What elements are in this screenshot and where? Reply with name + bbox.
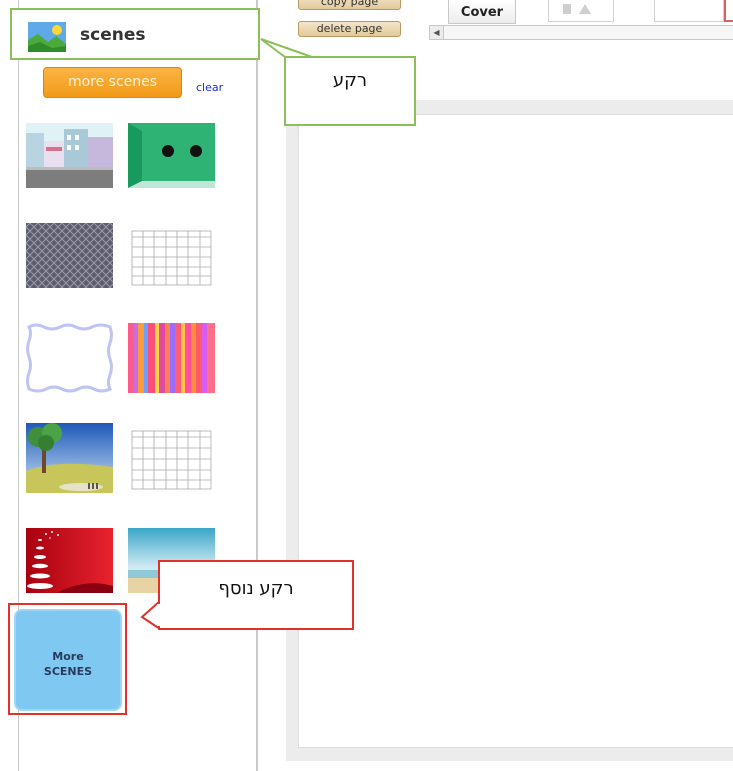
green-room-image: [128, 123, 215, 188]
page-tab-icon: [563, 4, 591, 14]
page-tab-2[interactable]: [654, 0, 724, 22]
scenes-tab[interactable]: scenes: [10, 8, 260, 60]
city-street-image: [26, 123, 113, 188]
canvas-page[interactable]: [298, 114, 733, 748]
scene-thumb-striped-pattern[interactable]: [128, 323, 215, 393]
more-background-callout-text: רקע נוסף: [218, 578, 294, 599]
clear-link[interactable]: clear: [196, 81, 223, 94]
background-callout: רקע: [284, 56, 416, 126]
wavy-frame-image: [26, 323, 113, 393]
scene-thumb-red-christmas-tree[interactable]: [26, 528, 113, 593]
red-christmas-tree-image: [26, 528, 113, 593]
callout-joint: [157, 604, 160, 626]
scene-thumb-city-street[interactable]: [26, 123, 113, 188]
diamond-pattern-image: [26, 223, 113, 288]
calendar-grid-image: [128, 223, 215, 288]
scenes-title: scenes: [80, 25, 146, 45]
calendar-grid-2-image: [128, 423, 215, 493]
scene-thumb-calendar-grid[interactable]: [128, 223, 215, 288]
more-scenes-highlight: [8, 603, 127, 715]
horizontal-scrollbar[interactable]: [429, 25, 733, 40]
copy-page-button[interactable]: copy page: [298, 0, 401, 10]
landscape-icon: [28, 22, 66, 52]
background-callout-text: רקע: [332, 70, 368, 91]
scene-thumb-calendar-grid-2[interactable]: [128, 423, 215, 493]
tree-landscape-image: [26, 423, 113, 493]
page-tab-3[interactable]: [724, 0, 733, 22]
scene-thumb-tree-landscape[interactable]: [26, 423, 113, 493]
scene-thumb-green-room[interactable]: [128, 123, 215, 188]
cover-tab[interactable]: Cover: [448, 0, 516, 24]
striped-pattern-image: [128, 323, 215, 393]
more-background-callout: רקע נוסף: [158, 560, 354, 630]
scroll-left-arrow-icon[interactable]: ◀: [429, 25, 444, 40]
scene-thumb-diamond-pattern[interactable]: [26, 223, 113, 288]
scene-thumb-wavy-frame[interactable]: [26, 323, 113, 393]
more-scenes-button[interactable]: more scenes: [43, 67, 182, 98]
page-tab[interactable]: [548, 0, 614, 22]
